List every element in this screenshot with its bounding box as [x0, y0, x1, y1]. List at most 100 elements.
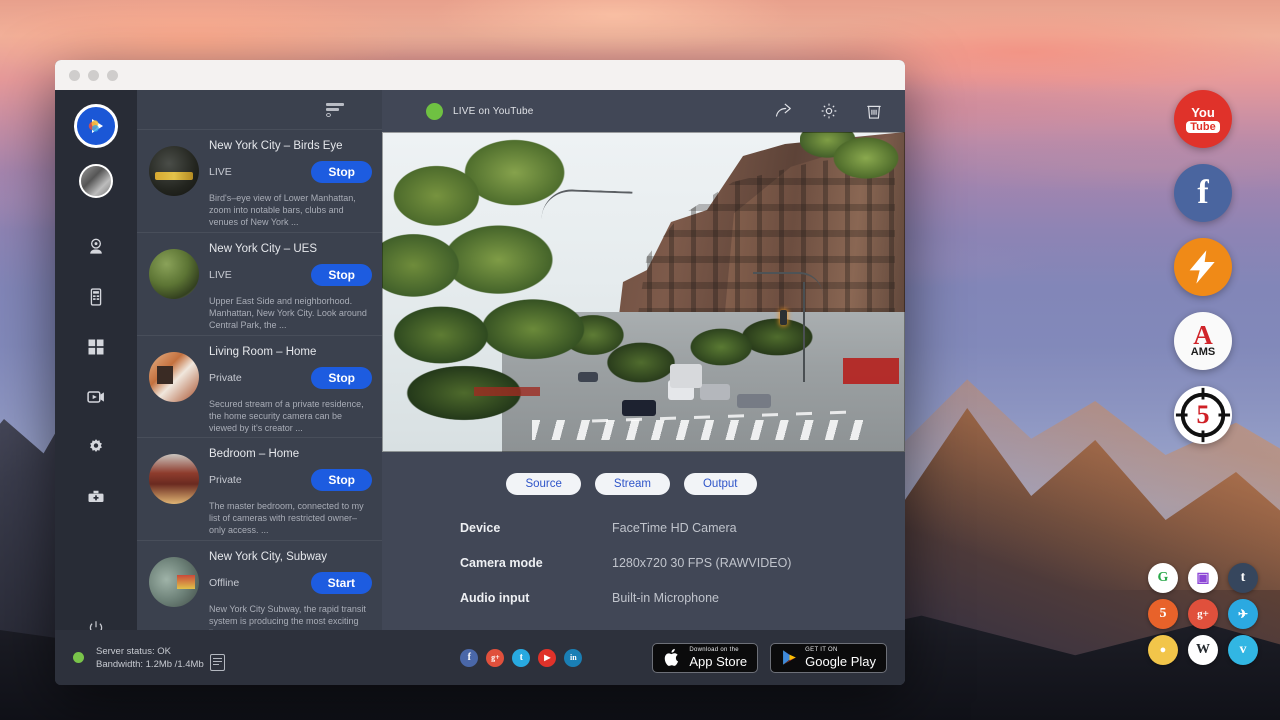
gear-icon[interactable] — [816, 98, 842, 124]
window-titlebar — [55, 60, 905, 90]
googleplus-icon[interactable]: g+ — [486, 649, 504, 667]
scene-tree-top-right — [800, 132, 905, 212]
app-store-small-label: Download on the — [689, 647, 747, 653]
scene-traffic-light — [780, 310, 787, 325]
facebook-icon[interactable]: f — [460, 649, 478, 667]
facebook-app-icon[interactable]: f — [1174, 164, 1232, 222]
twitch-mini-icon[interactable]: ▣ — [1188, 563, 1218, 593]
gear-icon[interactable] — [81, 432, 111, 462]
camera-icon[interactable] — [81, 232, 111, 262]
info-value[interactable]: 1280x720 30 FPS (RAWVIDEO) — [612, 556, 791, 570]
twitter-icon[interactable]: t — [512, 649, 530, 667]
googleplus-mini-icon[interactable]: g+ — [1188, 599, 1218, 629]
log-document-icon[interactable] — [210, 654, 225, 671]
settings-tabs: Source Stream Output — [382, 452, 881, 495]
camera-list-item[interactable]: Living Room – Home Private Stop Secured … — [137, 335, 382, 438]
flickr-mini-icon[interactable]: ● — [1148, 635, 1178, 665]
camera-title: Bedroom – Home — [209, 448, 372, 460]
scene-trees-left — [382, 132, 602, 422]
bandwidth-text: Bandwidth: 1.2Mb /1.4Mb — [96, 658, 204, 671]
google-play-small-label: GET IT ON — [805, 647, 876, 653]
camera-action-button[interactable]: Stop — [311, 161, 372, 183]
adobe-ams-app-icon[interactable]: A AMS — [1174, 312, 1232, 370]
google-play-label: Google Play — [805, 655, 876, 668]
info-value[interactable]: FaceTime HD Camera — [612, 521, 737, 535]
camera-list-item[interactable]: New York City – UES LIVE Stop Upper East… — [137, 232, 382, 335]
linkedin-icon[interactable]: in — [564, 649, 582, 667]
camera-action-button[interactable]: Start — [311, 572, 372, 594]
youtube-icon[interactable]: ▶ — [538, 649, 556, 667]
tab-output[interactable]: Output — [684, 473, 757, 495]
share-icon[interactable] — [771, 98, 797, 124]
youtube-you-text: You — [1191, 105, 1215, 120]
camera-list-item[interactable]: Bedroom – Home Private Stop The master b… — [137, 437, 382, 540]
window-minimize-button[interactable] — [88, 70, 99, 81]
camera-status: Private — [209, 372, 242, 384]
camera-action-button[interactable]: Stop — [311, 367, 372, 389]
camera-thumbnail — [149, 249, 199, 299]
source-info-table: Device FaceTime HD Camera Camera mode 12… — [382, 495, 905, 626]
live-status-label: LIVE on YouTube — [453, 106, 533, 117]
user-avatar[interactable] — [79, 164, 113, 198]
device-icon[interactable] — [81, 282, 111, 312]
desktop-icon-column: You Tube f A AMS 5 — [1174, 90, 1232, 444]
desktop-icon-grid: G ▣ t 5 g+ ✈ ● W v — [1148, 563, 1262, 665]
window-maximize-button[interactable] — [107, 70, 118, 81]
application-window: New York City – Birds Eye LIVE Stop Bird… — [55, 60, 905, 685]
app-logo-icon[interactable] — [74, 104, 118, 148]
video-preview[interactable] — [382, 132, 905, 452]
left-icon-rail — [55, 90, 137, 685]
info-row-camera-mode: Camera mode 1280x720 30 FPS (RAWVIDEO) — [460, 556, 905, 570]
camera-description: Bird's–eye view of Lower Manhattan, zoom… — [209, 192, 372, 228]
five-target-app-icon[interactable]: 5 — [1174, 386, 1232, 444]
info-value[interactable]: Built-in Microphone — [612, 591, 719, 605]
video-icon[interactable] — [81, 382, 111, 412]
tab-stream[interactable]: Stream — [595, 473, 670, 495]
scene-car — [622, 400, 656, 416]
scene-signal-pole — [803, 282, 805, 382]
youtube-app-icon[interactable]: You Tube — [1174, 90, 1232, 148]
camera-list-item[interactable]: New York City, Subway Offline Start New … — [137, 540, 382, 643]
google-mini-icon[interactable]: G — [1148, 563, 1178, 593]
camera-action-button[interactable]: Stop — [311, 264, 372, 286]
camera-thumbnail — [149, 454, 199, 504]
flash-app-icon[interactable] — [1174, 238, 1232, 296]
toolbox-icon[interactable] — [81, 482, 111, 512]
info-label: Audio input — [460, 591, 612, 605]
info-label: Device — [460, 521, 612, 535]
camera-title: New York City – Birds Eye — [209, 140, 372, 152]
camera-action-button[interactable]: Stop — [311, 469, 372, 491]
info-row-audio-input: Audio input Built-in Microphone — [460, 591, 905, 605]
window-close-button[interactable] — [69, 70, 80, 81]
main-panel: LIVE on YouTube — [382, 90, 905, 685]
scene-car — [737, 394, 771, 408]
trash-icon[interactable] — [861, 98, 887, 124]
vimeo-mini-icon[interactable]: v — [1228, 635, 1258, 665]
five-digit-label: 5 — [1197, 400, 1210, 430]
five-mini-icon[interactable]: 5 — [1148, 599, 1178, 629]
info-label: Camera mode — [460, 556, 612, 570]
camera-thumbnail — [149, 557, 199, 607]
camera-list-item[interactable]: New York City – Birds Eye LIVE Stop Bird… — [137, 129, 382, 232]
youtube-tube-text: Tube — [1186, 121, 1219, 133]
wordpress-mini-icon[interactable]: W — [1188, 635, 1218, 665]
apple-icon — [663, 648, 682, 667]
sort-filter-icon[interactable] — [326, 102, 344, 118]
tab-source[interactable]: Source — [506, 473, 580, 495]
main-toolbar: LIVE on YouTube — [382, 90, 905, 132]
twitter-mini-icon[interactable]: ✈ — [1228, 599, 1258, 629]
scene-car — [578, 372, 598, 382]
app-store-badge[interactable]: Download on the App Store — [652, 643, 758, 673]
social-links: f g+ t ▶ in — [460, 649, 582, 667]
camera-title: Living Room – Home — [209, 346, 372, 358]
tumblr-mini-icon[interactable]: t — [1228, 563, 1258, 593]
camera-list-toolbar — [137, 90, 382, 129]
server-status-text: Server status: OK — [96, 645, 204, 658]
grid-icon[interactable] — [81, 332, 111, 362]
scene-streetlamp-right — [753, 272, 823, 296]
store-badges: Download on the App Store GET IT ON Goog… — [652, 643, 887, 673]
camera-title: New York City, Subway — [209, 551, 372, 563]
camera-list-panel: New York City – Birds Eye LIVE Stop Bird… — [137, 90, 382, 685]
camera-status: LIVE — [209, 166, 232, 178]
google-play-badge[interactable]: GET IT ON Google Play — [770, 643, 887, 673]
